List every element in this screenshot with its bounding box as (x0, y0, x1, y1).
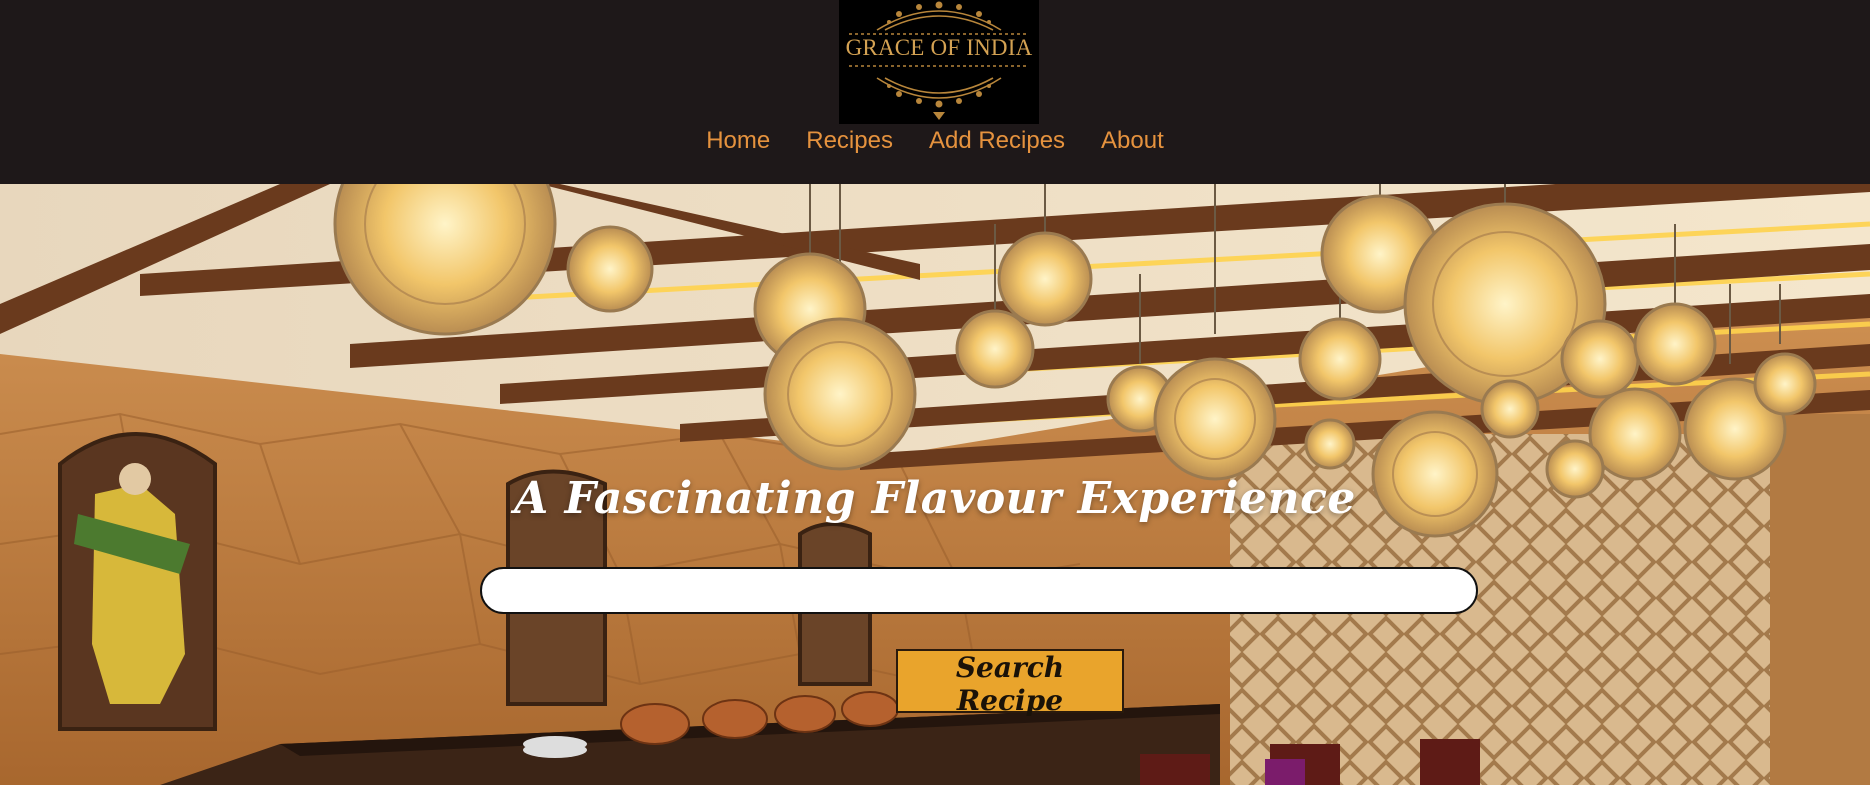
hero-section: A Fascinating Flavour Experience Search … (0, 184, 1870, 785)
nav-add-recipes[interactable]: Add Recipes (929, 125, 1065, 157)
nav-recipes[interactable]: Recipes (806, 125, 893, 157)
logo-ornament-icon (849, 1, 1029, 120)
site-header: GRACE OF INDIA Home Recipes Add Recipes … (0, 0, 1870, 184)
search-recipe-button[interactable]: Search Recipe (896, 649, 1124, 717)
logo[interactable]: GRACE OF INDIA (839, 0, 1039, 124)
recipe-search-input[interactable] (480, 567, 1478, 614)
nav-home[interactable]: Home (706, 125, 770, 157)
hero-title: A Fascinating Flavour Experience (514, 473, 1356, 524)
logo-text: GRACE OF INDIA (845, 35, 1033, 60)
main-nav: Home Recipes Add Recipes About (0, 125, 1870, 157)
nav-about[interactable]: About (1101, 125, 1164, 157)
